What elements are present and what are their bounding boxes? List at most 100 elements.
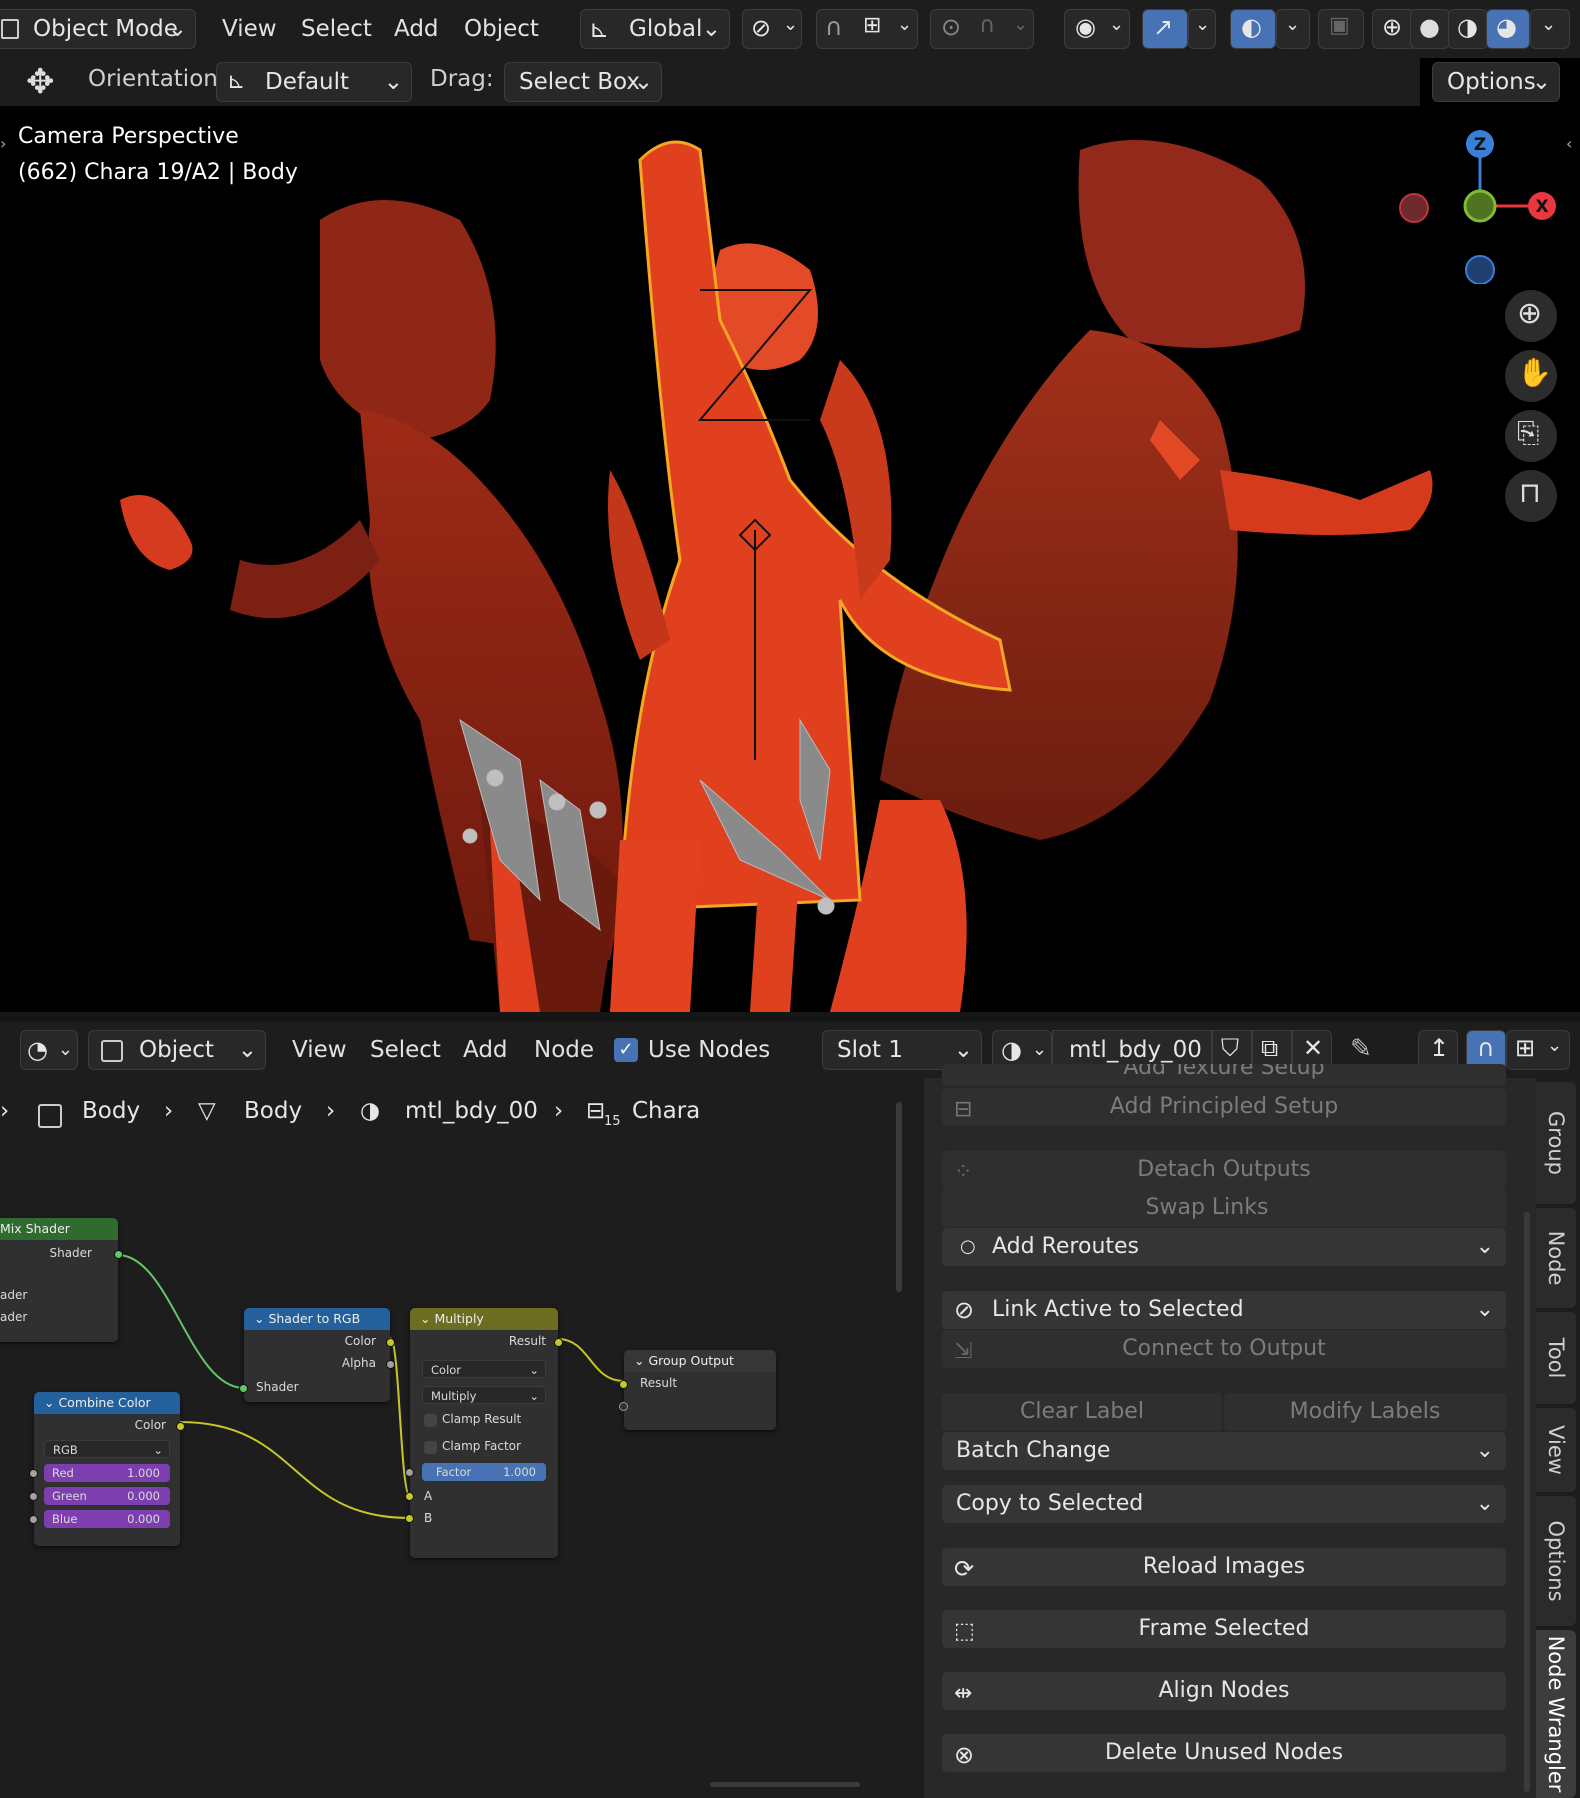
socket-a-in[interactable] xyxy=(405,1492,414,1501)
blue-field[interactable]: Blue 0.000 xyxy=(44,1510,170,1528)
overlay-dropdown[interactable]: ⌄ xyxy=(1276,9,1310,49)
align-nodes-button[interactable]: ⇹ Align Nodes xyxy=(942,1672,1506,1710)
menu-select[interactable]: Select xyxy=(301,9,372,49)
socket-blue-in[interactable] xyxy=(29,1515,38,1524)
tool-settings-bar: ✥ Orientation: ⊾ Default ⌄ Drag: Select … xyxy=(0,58,1580,108)
gizmo-toggle-button[interactable]: ↗ xyxy=(1142,9,1188,49)
chevron-down-icon[interactable]: ⌄ xyxy=(44,1395,58,1410)
shading-rendered-button[interactable]: ◕ xyxy=(1486,9,1530,49)
factor-slider[interactable]: Factor 1.000 xyxy=(422,1463,546,1481)
reload-images-button[interactable]: ⟳ Reload Images xyxy=(942,1548,1506,1586)
tab-node[interactable]: Node xyxy=(1536,1208,1576,1308)
chevron-down-icon[interactable]: ⌄ xyxy=(254,1311,268,1326)
gizmo-dropdown[interactable]: ⌄ xyxy=(1188,9,1216,49)
data-type-dropdown[interactable]: Color ⌄ xyxy=(422,1360,546,1378)
tab-node-wrangler[interactable]: Node Wrangler xyxy=(1536,1630,1576,1798)
transform-orientation-dropdown[interactable]: ⊾ Global ⌄ xyxy=(580,9,730,49)
green-field[interactable]: Green 0.000 xyxy=(44,1487,170,1505)
mode-dropdown[interactable]: Object Mode ⌄ xyxy=(0,9,196,49)
left-character[interactable] xyxy=(120,200,623,1012)
socket-empty-in[interactable] xyxy=(619,1402,628,1411)
socket-color-out[interactable] xyxy=(386,1338,395,1347)
tab-tool[interactable]: Tool xyxy=(1536,1312,1576,1404)
node-combine-color[interactable]: ⌄ Combine Color Color RGB ⌄ Red 1.000 Gr… xyxy=(29,1392,185,1546)
socket-result-out[interactable] xyxy=(554,1338,563,1347)
menu-object[interactable]: Object xyxy=(464,9,539,49)
chevron-down-icon[interactable]: ⌄ xyxy=(634,1353,648,1368)
snap-target-dropdown[interactable]: ⊞ ⌄ xyxy=(1506,1030,1570,1070)
node-editor-hscrollbar[interactable] xyxy=(710,1782,860,1787)
clear-label-button[interactable]: Clear Label xyxy=(942,1393,1222,1431)
camera-view-button[interactable]: ⎘ xyxy=(1505,410,1557,462)
socket-shader-in[interactable] xyxy=(239,1384,248,1393)
right-character[interactable] xyxy=(830,140,1433,1012)
combine-mode-dropdown[interactable]: RGB ⌄ xyxy=(44,1440,170,1458)
chevron-down-icon: ⌄ xyxy=(1475,1297,1494,1322)
socket-factor-in[interactable] xyxy=(405,1468,414,1477)
menu-view[interactable]: View xyxy=(222,9,277,49)
frame-selected-button[interactable]: ⬚ Frame Selected xyxy=(942,1610,1506,1648)
chevron-down-icon[interactable]: ⌄ xyxy=(420,1311,434,1326)
viewport-scene xyxy=(120,140,1433,1012)
link-active-to-selected-button[interactable]: ⊘ Link Active to Selected ⌄ xyxy=(942,1291,1506,1329)
tab-options[interactable]: Options xyxy=(1536,1496,1576,1626)
pan-button[interactable]: ✋ xyxy=(1505,350,1557,402)
shading-material-button[interactable]: ◑ xyxy=(1448,9,1488,49)
add-reroutes-button[interactable]: ○ Add Reroutes ⌄ xyxy=(942,1228,1506,1266)
orientation-dropdown[interactable]: ⊾ Default ⌄ xyxy=(216,62,412,102)
node-mix-shader[interactable]: Mix Shader Shader ader ader xyxy=(0,1218,123,1342)
blend-mode-dropdown[interactable]: Multiply ⌄ xyxy=(422,1386,546,1404)
socket-b-in[interactable] xyxy=(405,1514,414,1523)
drag-dropdown[interactable]: Select Box ⌄ xyxy=(504,62,662,102)
socket-red-in[interactable] xyxy=(29,1469,38,1478)
viewport-area[interactable]: Object Mode ⌄ View Select Add Object ⊾ G… xyxy=(0,0,1580,1012)
toolbar-expand-icon[interactable]: › xyxy=(0,134,6,153)
visibility-button[interactable]: ◉ ⌄ xyxy=(1064,9,1130,49)
shading-dropdown[interactable]: ⌄ xyxy=(1530,9,1570,49)
socket-alpha-out[interactable] xyxy=(386,1360,395,1369)
add-texture-setup-button[interactable]: Add Texture Setup xyxy=(942,1064,1506,1086)
menu-add[interactable]: Add xyxy=(394,9,439,49)
sidebar-scrollbar[interactable] xyxy=(1524,1212,1530,1792)
mode-label: Object Mode xyxy=(33,16,178,42)
grid-snap-icon: ⊞ xyxy=(1515,1034,1536,1062)
delete-unused-nodes-button[interactable]: ⊗ Delete Unused Nodes xyxy=(942,1734,1506,1772)
align-nodes-label: Align Nodes xyxy=(1158,1678,1290,1703)
red-field[interactable]: Red 1.000 xyxy=(44,1464,170,1482)
detach-outputs-button[interactable]: ⁘ Detach Outputs xyxy=(942,1151,1506,1189)
socket-result-in[interactable] xyxy=(619,1380,628,1389)
modify-labels-button[interactable]: Modify Labels xyxy=(1224,1393,1506,1431)
pin-icon[interactable]: ✎ xyxy=(1350,1034,1372,1064)
overlay-toggle-button[interactable]: ◐ xyxy=(1230,9,1276,49)
tab-options-label: Options xyxy=(1544,1520,1568,1602)
socket-label-shader-in-1: ader xyxy=(0,1288,28,1302)
tab-tool-label: Tool xyxy=(1544,1337,1568,1379)
socket-shader-out[interactable] xyxy=(114,1250,123,1259)
pivot-point-button[interactable]: ⊘ ⌄ xyxy=(742,9,802,49)
connect-to-output-button[interactable]: ⇲ Connect to Output xyxy=(942,1330,1506,1368)
lock-camera-button[interactable]: ⊓ xyxy=(1505,470,1557,522)
socket-green-in[interactable] xyxy=(29,1492,38,1501)
zoom-button[interactable]: ⊕ xyxy=(1505,290,1557,342)
node-group-output[interactable]: ⌄ Group Output Result xyxy=(619,1350,776,1430)
swap-links-button[interactable]: Swap Links xyxy=(942,1189,1506,1227)
area-divider[interactable] xyxy=(0,1012,1580,1022)
tab-group[interactable]: Group xyxy=(1536,1082,1576,1204)
node-editor-area[interactable]: ◔ ⌄ Object ⌄ View Select Add Node ✓ Use … xyxy=(0,1022,1580,1798)
add-principled-setup-button[interactable]: ⊟ Add Principled Setup xyxy=(942,1088,1506,1126)
copy-to-selected-button[interactable]: Copy to Selected ⌄ xyxy=(942,1485,1506,1523)
xray-toggle-button[interactable]: ▣ xyxy=(1318,9,1364,49)
socket-color-out[interactable] xyxy=(176,1422,185,1431)
options-dropdown[interactable]: Options ⌄ xyxy=(1432,62,1560,102)
clamp-factor-checkbox[interactable] xyxy=(424,1441,437,1454)
batch-change-button[interactable]: Batch Change ⌄ xyxy=(942,1432,1506,1470)
shading-solid-button[interactable]: ● xyxy=(1410,9,1450,49)
node-shader-to-rgb[interactable]: ⌄ Shader to RGB Color Alpha Shader xyxy=(239,1308,395,1402)
snap-toggle-button[interactable]: ∩ ⊞ ⌄ xyxy=(816,9,918,49)
node-multiply[interactable]: ⌄ Multiply Result Color ⌄ Multiply ⌄ Cla… xyxy=(405,1308,563,1558)
clamp-result-checkbox[interactable] xyxy=(424,1414,437,1427)
orientation-axes-icon: ⊾ xyxy=(227,69,246,94)
tab-view[interactable]: View xyxy=(1536,1408,1576,1492)
proportional-edit-button[interactable]: ⊙ ∩ ⌄ xyxy=(930,9,1034,49)
navigation-gizmo[interactable]: Z X xyxy=(1396,124,1576,284)
